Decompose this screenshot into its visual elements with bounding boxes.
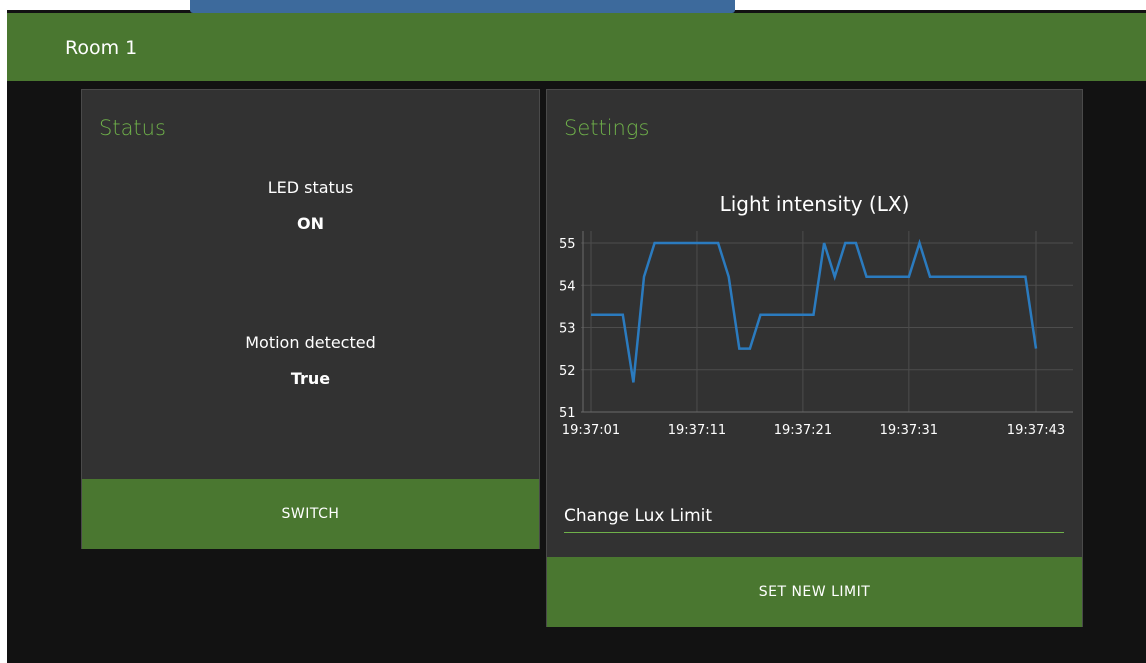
chart-title: Light intensity (LX) [719,192,910,216]
chart-y-tick-label: 51 [559,406,576,421]
chart-y-tick-label: 55 [559,237,576,252]
motion-detected-label: Motion detected [245,333,376,352]
switch-button[interactable]: SWITCH [82,479,539,549]
page-title: Room 1 [65,37,138,59]
chart-y-tick-label: 54 [559,279,576,294]
lux-limit-input[interactable] [564,503,1064,533]
chart-x-tick-label: 19:37:01 [562,423,620,438]
app-window: Room 1 Status LED status ON Motion detec… [7,0,1146,663]
set-new-limit-button[interactable]: SET NEW LIMIT [547,557,1082,627]
settings-card-title: Settings [564,116,650,140]
header-bar: Room 1 [7,13,1146,81]
light-intensity-chart: 55 54 53 52 51 19:37:01 19:37:11 19:37:21 19:37:… [559,231,1073,438]
browser-tab-accent [190,0,735,13]
motion-detected-value: True [290,369,331,388]
chart-x-tick-label: 19:37:11 [668,423,726,438]
status-card: Status LED status ON Motion detected Tru… [81,89,540,549]
led-status-value: ON [297,214,324,233]
chart-y-tick-label: 53 [559,322,576,337]
chart-x-tick-label: 19:37:31 [880,423,938,438]
led-status-label: LED status [267,178,354,197]
status-card-title: Status [99,116,166,140]
settings-card: Settings Light intensity (LX) 55 54 53 52 51… [546,89,1083,627]
chart-x-tick-label: 19:37:21 [774,423,832,438]
chart-x-tick-label: 19:37:43 [1007,423,1065,438]
chart-y-tick-label: 52 [559,364,576,379]
chart-series-line [591,238,1038,383]
